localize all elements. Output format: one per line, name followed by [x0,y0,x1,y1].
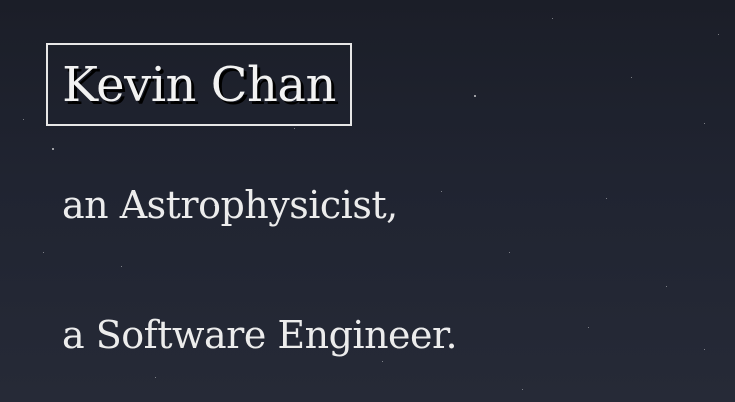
star [382,361,383,362]
star [522,389,523,390]
hero-name: Kevin Chan [62,56,336,113]
star [52,148,54,150]
star [474,95,476,97]
star [718,34,719,35]
star [43,252,44,253]
star [441,191,442,192]
star [294,128,295,129]
star [121,266,122,267]
star [552,18,553,19]
name-box: Kevin Chan [46,43,352,126]
tagline-software-engineer: a Software Engineer. [62,313,458,357]
star [588,327,589,328]
star [23,119,24,120]
star [155,377,156,378]
star [606,198,607,199]
tagline-astrophysicist: an Astrophysicist, [62,183,398,227]
star [509,252,510,253]
star [704,349,705,350]
star [704,123,705,124]
star [631,77,632,78]
star [666,286,667,287]
